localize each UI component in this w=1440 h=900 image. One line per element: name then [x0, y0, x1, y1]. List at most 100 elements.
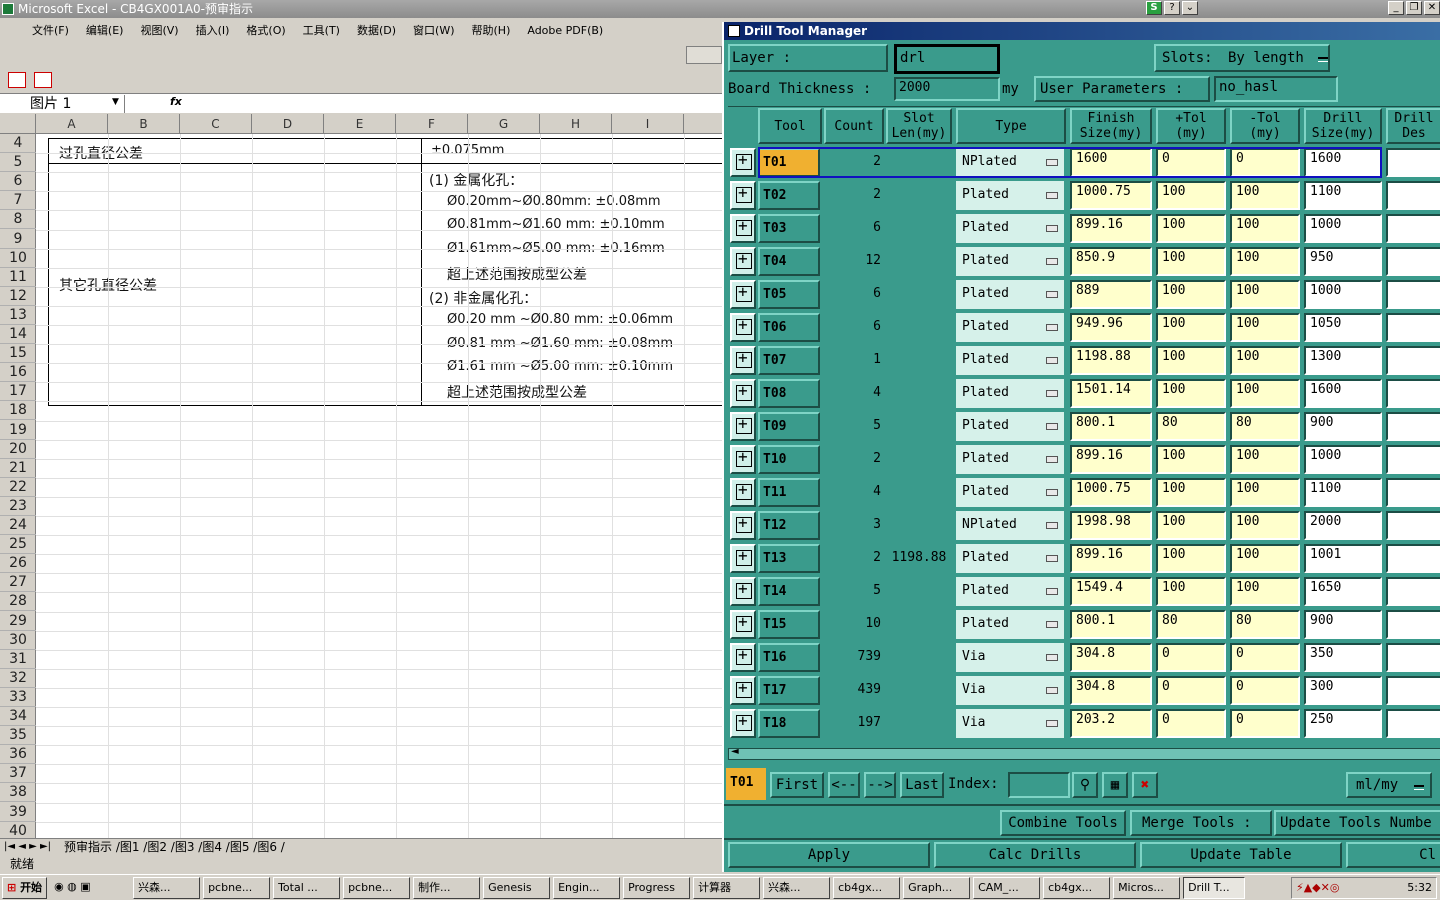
- delete-icon[interactable]: ✖: [1132, 772, 1158, 798]
- plus-tol-input[interactable]: 100: [1156, 544, 1226, 573]
- minus-tol-input[interactable]: 100: [1230, 346, 1300, 375]
- finish-size-input[interactable]: 949.96: [1070, 313, 1152, 342]
- expand-icon[interactable]: [730, 181, 756, 210]
- type-select[interactable]: NPlated: [956, 511, 1064, 540]
- type-select[interactable]: Plated: [956, 445, 1064, 474]
- taskbar-item[interactable]: pcbne...: [343, 876, 411, 899]
- row-header[interactable]: 25: [0, 535, 36, 555]
- row-header[interactable]: 31: [0, 650, 36, 669]
- type-select[interactable]: Via: [956, 643, 1064, 672]
- tray-icons[interactable]: ⚡▲◆✕◎: [1296, 878, 1339, 898]
- scroll-left-icon[interactable]: ◄: [731, 746, 739, 757]
- plus-tol-input[interactable]: 100: [1156, 214, 1226, 243]
- tool-id[interactable]: T11: [758, 478, 820, 507]
- expand-icon[interactable]: [730, 280, 756, 309]
- col-header[interactable]: H: [540, 114, 612, 134]
- tool-row[interactable]: T022Plated1000.751001001100: [728, 179, 1440, 212]
- dropdown-icon[interactable]: [1046, 522, 1058, 529]
- close-button[interactable]: Cl: [1346, 842, 1440, 868]
- type-select[interactable]: Plated: [956, 544, 1064, 573]
- header-finish-size[interactable]: Finish Size(my): [1070, 108, 1152, 144]
- finish-size-input[interactable]: 1198.88: [1070, 346, 1152, 375]
- finish-size-input[interactable]: 899.16: [1070, 214, 1152, 243]
- sheet-nav-icons[interactable]: |◄ ◄ ► ►|: [4, 839, 51, 855]
- drill-desc-input[interactable]: [1386, 181, 1440, 210]
- taskbar-item[interactable]: Total ...: [273, 876, 341, 899]
- dropdown-icon[interactable]: [1046, 159, 1058, 166]
- drill-size-input[interactable]: 1100: [1304, 181, 1382, 210]
- type-select[interactable]: Plated: [956, 313, 1064, 342]
- drill-desc-input[interactable]: [1386, 445, 1440, 474]
- row-header[interactable]: 28: [0, 592, 36, 612]
- row-header[interactable]: 34: [0, 707, 36, 726]
- dropdown-icon[interactable]: [1046, 357, 1058, 364]
- drill-size-input[interactable]: 1000: [1304, 445, 1382, 474]
- combine-tools-button[interactable]: Combine Tools: [1000, 810, 1126, 836]
- user-params-input[interactable]: no_hasl: [1214, 76, 1338, 102]
- dropdown-icon[interactable]: [1046, 324, 1058, 331]
- type-select[interactable]: Plated: [956, 346, 1064, 375]
- minus-tol-input[interactable]: 0: [1230, 148, 1300, 177]
- finish-size-input[interactable]: 1549.4: [1070, 577, 1152, 606]
- plus-tol-input[interactable]: 100: [1156, 313, 1226, 342]
- tool-row[interactable]: T0412Plated850.9100100950: [728, 245, 1440, 278]
- drill-size-input[interactable]: 1000: [1304, 214, 1382, 243]
- drill-size-input[interactable]: 1000: [1304, 280, 1382, 309]
- drill-desc-input[interactable]: [1386, 511, 1440, 540]
- dropdown-icon[interactable]: [1046, 258, 1058, 265]
- first-button[interactable]: First: [770, 772, 824, 798]
- drill-size-input[interactable]: 1650: [1304, 577, 1382, 606]
- drill-desc-input[interactable]: [1386, 313, 1440, 342]
- row-header[interactable]: 7: [0, 191, 36, 211]
- tool-id[interactable]: T05: [758, 280, 820, 309]
- col-header[interactable]: B: [108, 114, 180, 134]
- drill-desc-input[interactable]: [1386, 148, 1440, 177]
- pdf-email-icon[interactable]: [34, 72, 52, 88]
- drill-size-input[interactable]: 1600: [1304, 148, 1382, 177]
- tool-row[interactable]: T114Plated1000.751001001100: [728, 476, 1440, 509]
- horizontal-scrollbar[interactable]: ◄: [728, 746, 1440, 760]
- row-header[interactable]: 17: [0, 382, 36, 402]
- plus-tol-input[interactable]: 0: [1156, 676, 1226, 705]
- row-header[interactable]: 14: [0, 325, 36, 344]
- taskbar-item[interactable]: 兴森...: [133, 876, 201, 899]
- row-header[interactable]: 32: [0, 669, 36, 688]
- minimize-icon[interactable]: _: [1388, 1, 1404, 15]
- taskbar-item[interactable]: cb4gx...: [833, 876, 901, 899]
- header-count[interactable]: Count: [824, 108, 884, 144]
- tool-id[interactable]: T02: [758, 181, 820, 210]
- menu-edit[interactable]: 编辑(E): [86, 22, 124, 38]
- dropdown-icon[interactable]: [1046, 621, 1058, 628]
- tool-id[interactable]: T01: [758, 148, 820, 177]
- expand-icon[interactable]: [730, 610, 756, 639]
- minus-tol-input[interactable]: 0: [1230, 643, 1300, 672]
- ime-s-icon[interactable]: S: [1146, 1, 1162, 15]
- tool-row[interactable]: T095Plated800.18080900: [728, 410, 1440, 443]
- col-header[interactable]: E: [324, 114, 396, 134]
- dropdown-icon[interactable]: [1046, 654, 1058, 661]
- drill-desc-input[interactable]: [1386, 478, 1440, 507]
- dropdown-icon[interactable]: [1046, 489, 1058, 496]
- finish-size-input[interactable]: 1600: [1070, 148, 1152, 177]
- finish-size-input[interactable]: 800.1: [1070, 610, 1152, 639]
- tool-row[interactable]: T056Plated8891001001000: [728, 278, 1440, 311]
- minus-tol-input[interactable]: 100: [1230, 478, 1300, 507]
- search-icon[interactable]: ⚲: [1072, 772, 1098, 798]
- header-drill-size[interactable]: Drill Size(my): [1304, 108, 1382, 144]
- tool-id[interactable]: T09: [758, 412, 820, 441]
- row-header[interactable]: 18: [0, 401, 36, 421]
- row-header[interactable]: 6: [0, 172, 36, 192]
- help-icon[interactable]: ?: [1164, 1, 1180, 15]
- drill-size-input[interactable]: 350: [1304, 643, 1382, 672]
- drill-size-input[interactable]: 2000: [1304, 511, 1382, 540]
- row-header[interactable]: 10: [0, 249, 36, 268]
- expand-icon[interactable]: [730, 214, 756, 243]
- taskbar-item[interactable]: 计算器: [693, 876, 761, 899]
- tool-row[interactable]: T012NPlated1600001600: [728, 146, 1440, 179]
- col-header[interactable]: A: [36, 114, 108, 134]
- tool-id[interactable]: T03: [758, 214, 820, 243]
- row-header[interactable]: 37: [0, 764, 36, 784]
- drill-size-input[interactable]: 900: [1304, 610, 1382, 639]
- plus-tol-input[interactable]: 100: [1156, 181, 1226, 210]
- tool-id[interactable]: T17: [758, 676, 820, 705]
